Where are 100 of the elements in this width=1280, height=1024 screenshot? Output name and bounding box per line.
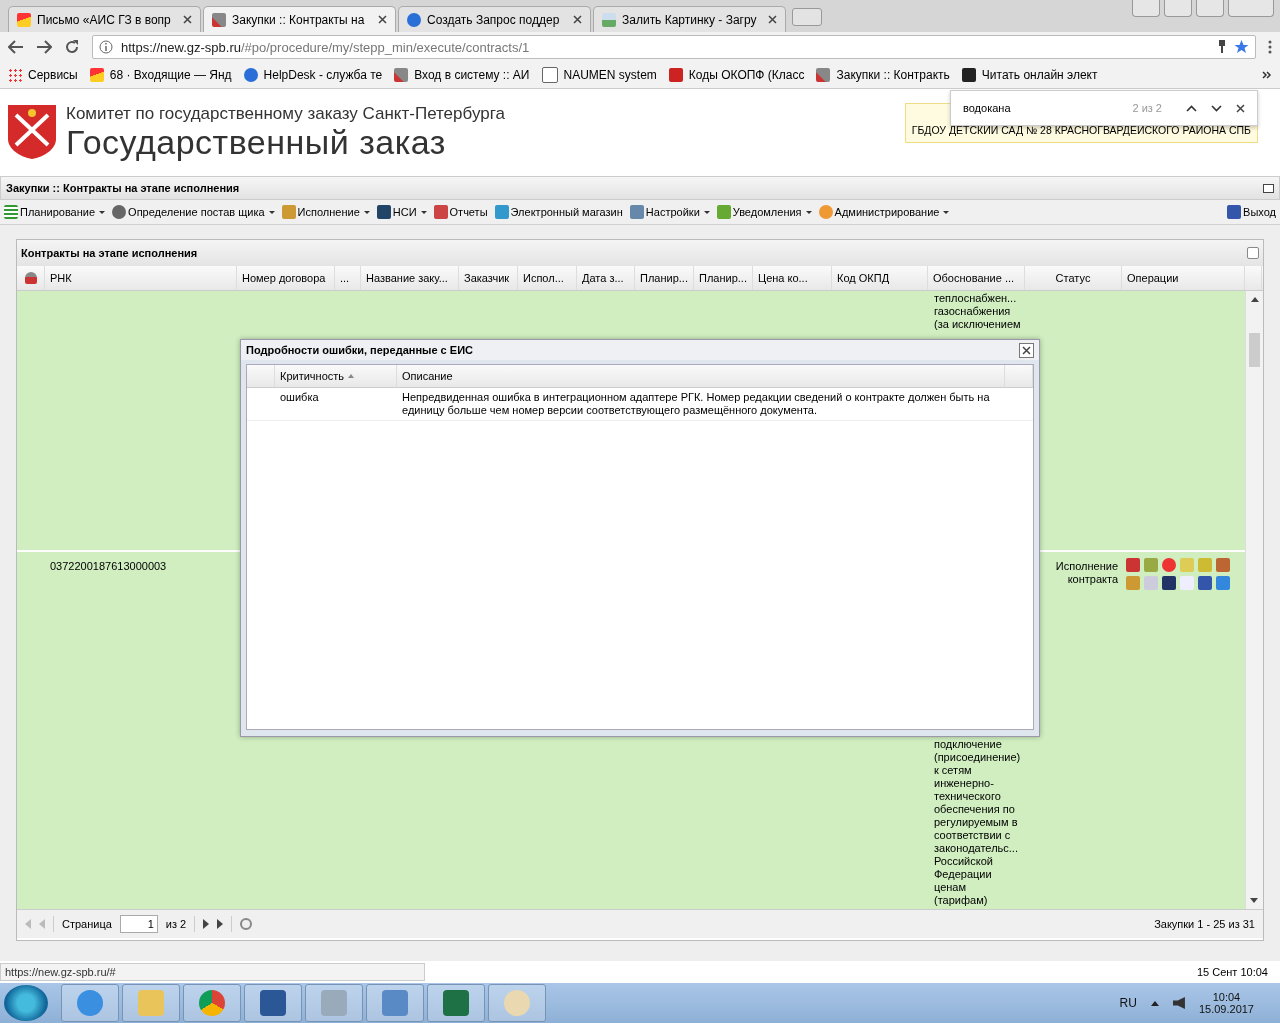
taskbar-button[interactable] <box>366 984 424 1022</box>
status-text: Исполнение контракта <box>1054 560 1118 586</box>
bookmark[interactable]: NAUMEN system <box>541 67 657 83</box>
taskbar-button[interactable] <box>488 984 546 1022</box>
cell-text-line: инженерно- <box>934 777 994 790</box>
close-icon[interactable] <box>378 15 387 24</box>
taskbar-button[interactable] <box>183 984 241 1022</box>
column-header[interactable]: Дата з... <box>577 266 635 290</box>
column-header[interactable]: Критичность <box>275 365 397 387</box>
taskbar-button[interactable] <box>427 984 485 1022</box>
status-url: https://new.gz-spb.ru/# <box>0 963 425 981</box>
cell-text-line: технического <box>934 790 1001 803</box>
page-field[interactable]: 1 <box>119 915 158 933</box>
first-page-icon[interactable] <box>25 919 31 929</box>
close-icon[interactable] <box>183 15 192 24</box>
back-icon[interactable] <box>8 40 24 54</box>
refresh-icon[interactable] <box>240 918 253 930</box>
dialog-title: Подробности ошибки, переданные с ЕИС <box>246 344 473 356</box>
scrollbar[interactable] <box>1245 291 1263 909</box>
column-header[interactable]: Операции <box>1122 266 1245 290</box>
close-icon <box>1022 345 1031 355</box>
menu-item[interactable]: Исполнение <box>281 205 370 220</box>
last-page-icon[interactable] <box>217 919 224 929</box>
bookmark[interactable]: HelpDesk - служба те <box>243 68 383 82</box>
column-header[interactable]: Цена ко... <box>753 266 832 290</box>
browser-tab[interactable]: Залить Картинку - Загру <box>593 6 786 32</box>
previous-page-icon[interactable] <box>39 919 45 929</box>
star-icon[interactable] <box>1234 40 1249 54</box>
key-icon <box>1218 40 1226 54</box>
new-tab-button[interactable] <box>792 8 822 26</box>
start-button[interactable] <box>4 985 48 1021</box>
minimize-button[interactable] <box>1164 0 1192 17</box>
next-icon[interactable] <box>1211 104 1222 112</box>
filter-icon[interactable] <box>24 272 37 284</box>
tray-arrow-icon[interactable] <box>1150 1000 1159 1006</box>
bookmark[interactable]: Вход в систему :: АИ <box>394 68 530 82</box>
speaker-icon[interactable] <box>1172 997 1185 1009</box>
column-header[interactable]: Испол... <box>518 266 577 290</box>
cell-text-line: регулируемым в <box>934 816 1018 829</box>
menu-item[interactable]: Определение постав щика <box>112 205 275 220</box>
cell-text-line: Федерации <box>934 868 992 881</box>
previous-icon[interactable] <box>1186 104 1197 112</box>
reload-icon[interactable] <box>64 39 80 55</box>
bookmark[interactable]: Сервисы <box>8 68 78 82</box>
taskbar-button[interactable] <box>305 984 363 1022</box>
column-header[interactable]: Планир... <box>635 266 694 290</box>
menu-item[interactable]: Электронный магазин <box>494 205 623 220</box>
exit-button[interactable]: Выход <box>1227 205 1276 220</box>
close-button[interactable] <box>1019 342 1034 358</box>
taskbar-button[interactable] <box>244 984 302 1022</box>
address-bar[interactable]: https://new.gz-spb.ru/#po/procedure/my/stepp_min/execute/contracts/1 <box>92 35 1256 59</box>
close-icon[interactable] <box>573 15 582 24</box>
column-header[interactable]: Номер договора <box>237 266 335 290</box>
column-header[interactable]: ... <box>335 266 361 290</box>
more-icon[interactable] <box>1262 71 1272 79</box>
forward-icon[interactable] <box>36 40 52 54</box>
profile-button[interactable] <box>1132 0 1160 17</box>
refresh-button[interactable] <box>1247 247 1259 259</box>
maximize-button[interactable] <box>1196 0 1224 17</box>
column-header[interactable]: Обоснование ... <box>928 266 1025 290</box>
cell-text-line: (присоединение) <box>934 751 1021 764</box>
collapse-button[interactable] <box>1263 183 1274 193</box>
next-page-icon[interactable] <box>203 919 210 929</box>
cell-text-line: подключение <box>934 738 1002 751</box>
menu-item[interactable]: НСИ <box>376 205 427 220</box>
grid-title: Контракты на этапе исполнения <box>21 247 198 259</box>
language-indicator[interactable]: RU <box>1119 996 1137 1010</box>
taskbar-button[interactable] <box>61 984 119 1022</box>
bookmark[interactable]: Закупки :: Контракть <box>816 68 950 82</box>
menu-icon[interactable] <box>1268 40 1272 54</box>
bookmark[interactable]: 68 · Входящие — Янд <box>89 68 232 82</box>
menu-item[interactable]: Администрирование <box>818 205 950 220</box>
column-header[interactable]: Планир... <box>694 266 753 290</box>
cell-text-line: ценам <box>934 881 967 894</box>
find-field[interactable]: водокана <box>963 102 1119 114</box>
browser-tab[interactable]: Письмо «АИС ГЗ в вопр <box>8 6 201 32</box>
bookmark[interactable]: Читать онлайн элект <box>961 68 1098 82</box>
organization-name: Комитет по государственному заказу Санкт-Петербурга <box>66 103 505 124</box>
bookmark[interactable]: Коды ОКОПФ (Класс <box>668 68 805 82</box>
menu-item[interactable]: Отчеты <box>433 205 488 220</box>
menu-item[interactable]: Настройки <box>629 205 710 220</box>
panel-title: Закупки :: Контракты на этапе исполнения <box>6 182 240 195</box>
url-text: https://new.gz-spb.ru/#po/procedure/my/stepp_min/execute/contracts/1 <box>121 39 530 55</box>
column-header[interactable]: Заказчик <box>459 266 518 290</box>
close-icon[interactable] <box>768 15 777 24</box>
cell-text-line: к сетям <box>934 764 972 777</box>
menu-item[interactable]: Уведомления <box>716 205 812 220</box>
close-icon[interactable] <box>1236 103 1245 113</box>
browser-tab[interactable]: Создать Запрос поддер <box>398 6 591 32</box>
menu-item[interactable]: Планирование <box>4 205 106 220</box>
browser-tab[interactable]: Закупки :: Контракты на <box>203 6 396 32</box>
column-header[interactable]: Статус <box>1025 266 1122 290</box>
taskbar-button[interactable] <box>122 984 180 1022</box>
page-summary: Закупки 1 - 25 из 31 <box>1154 918 1255 930</box>
column-header[interactable]: Код ОКПД <box>832 266 928 290</box>
cell-text-line: (тарифам) <box>934 894 988 907</box>
column-header[interactable]: Название заку... <box>361 266 459 290</box>
site-title: Государственный заказ <box>66 123 447 160</box>
column-header[interactable]: РНК <box>45 266 237 290</box>
column-header[interactable]: Описание <box>397 365 1005 387</box>
